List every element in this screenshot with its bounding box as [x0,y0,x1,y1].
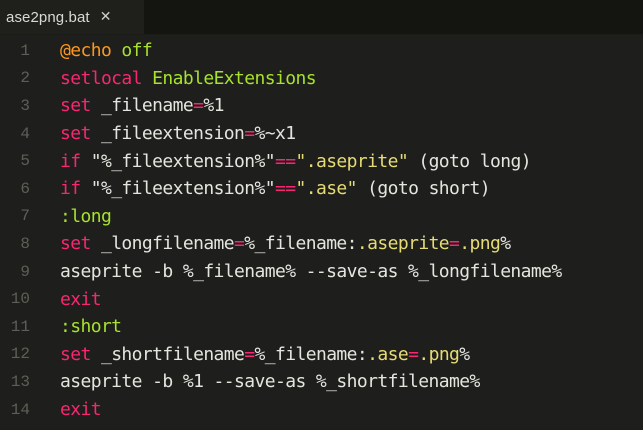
code-text: if "%_fileextension%"==".aseprite" (goto… [60,150,532,172]
code-token: = [193,95,204,117]
code-token: aseprite -b %1 --save-as %_shortfilename… [60,371,480,393]
code-token: set [60,123,91,145]
code-token: exit [60,399,102,421]
code-line[interactable]: 2 setlocal EnableExtensions [0,65,643,93]
line-number: 6 [20,179,30,198]
code-token: % [500,233,511,255]
line-number: 2 [20,69,30,88]
code-token: % [459,343,470,365]
line-number: 13 [10,372,30,391]
code-token: _shortfilename [90,343,245,365]
code-line[interactable]: 4 set _fileextension=%~x1 [0,120,643,148]
line-number: 10 [10,290,30,309]
close-icon[interactable]: ✕ [100,9,112,25]
code-line[interactable]: 10 exit [0,285,643,313]
code-token: :short [60,316,122,338]
code-token: == [275,178,296,200]
code-token: "%_fileextension%" [80,150,276,172]
code-token: = [244,343,255,365]
code-token: %_filename: [254,343,368,365]
code-token: "%_fileextension%" [80,178,276,200]
line-number: 11 [10,317,30,336]
code-line[interactable]: 13 aseprite -b %1 --save-as %_shortfilena… [0,368,643,396]
code-token: set [60,95,91,117]
code-token: .png [459,233,501,255]
code-text: :short [60,316,122,338]
code-token: aseprite -b %_filename% --save-as %_long… [60,261,562,283]
line-number: 8 [20,234,30,253]
code-text: set _longfilename=%_filename:.aseprite=.… [60,233,511,254]
code-token: .ase [367,343,409,365]
code-line[interactable]: 7 :long [0,203,643,231]
line-number: 7 [20,207,30,226]
code-token: %_filename: [244,233,357,255]
code-token: ".aseprite" [295,150,409,172]
code-text: if "%_fileextension%"==".ase" (goto shor… [60,178,491,200]
code-text: set _shortfilename=%_filename:.ase=.png% [60,344,470,365]
code-token: = [449,233,460,255]
code-token: .png [418,343,460,365]
code-line[interactable]: 5 if "%_fileextension%"==".aseprite" (got… [0,147,643,175]
line-number: 14 [10,400,30,419]
line-number: 9 [20,262,30,281]
code-line[interactable]: 11 :short [0,313,643,341]
code-line[interactable]: 1 @echo off [0,37,643,65]
code-token: _filename [90,95,194,117]
code-token: EnableExtensions [141,67,316,89]
code-token: if [60,150,81,172]
code-token: %~x1 [254,123,297,145]
code-line[interactable]: 12 set _shortfilename=%_filename:.ase=.pn… [0,341,643,369]
code-line[interactable]: 9 aseprite -b %_filename% --save-as %_lon… [0,258,643,286]
code-token: off [111,40,153,62]
line-number: 3 [20,96,30,115]
code-text: exit [60,288,102,310]
editor-window: ase2png.bat ✕ 1 @echo off 2 setlocal Enable… [0,0,643,430]
code-token: = [408,343,419,365]
code-token: ".ase" [295,178,357,200]
code-line[interactable]: 8 set _longfilename=%_filename:.aseprite=… [0,230,643,258]
code-token: == [275,150,296,172]
code-text: :long [60,205,112,227]
code-token: if [60,178,81,200]
line-number: 12 [10,345,30,364]
code-token: .aseprite [356,233,450,255]
code-token: set [60,233,91,255]
tab-title: ase2png.bat [6,8,90,26]
code-token: _longfilename [90,233,235,255]
tab-ase2png[interactable]: ase2png.bat ✕ [0,0,144,34]
line-number: 4 [20,124,30,143]
code-text: set _filename=%1 [60,95,224,116]
code-token: _fileextension [90,123,245,145]
code-text: aseprite -b %_filename% --save-as %_long… [60,261,562,282]
code-token: %1 [203,95,224,117]
code-token: exit [60,288,102,310]
code-line[interactable]: 6 if "%_fileextension%"==".ase" (goto sho… [0,175,643,203]
code-token: @echo [60,40,112,62]
code-token: :long [60,205,112,227]
line-number: 1 [20,41,30,60]
tab-bar: ase2png.bat ✕ [0,0,643,35]
code-token: set [60,343,91,365]
code-editor[interactable]: 1 @echo off 2 setlocal EnableExtensions 3 set… [0,35,643,430]
code-token: (goto short) [356,178,490,200]
code-text: set _fileextension=%~x1 [60,123,297,145]
code-token: (goto long) [408,150,531,172]
code-text: exit [60,399,102,421]
code-line[interactable]: 3 set _filename=%1 [0,92,643,120]
code-token: = [234,233,245,255]
code-text: @echo off [60,40,153,62]
code-text: setlocal EnableExtensions [60,67,317,89]
code-token: = [244,123,255,145]
code-text: aseprite -b %1 --save-as %_shortfilename… [60,371,480,392]
line-number: 5 [20,152,30,171]
code-token: setlocal [60,67,143,89]
code-line[interactable]: 14 exit [0,396,643,424]
